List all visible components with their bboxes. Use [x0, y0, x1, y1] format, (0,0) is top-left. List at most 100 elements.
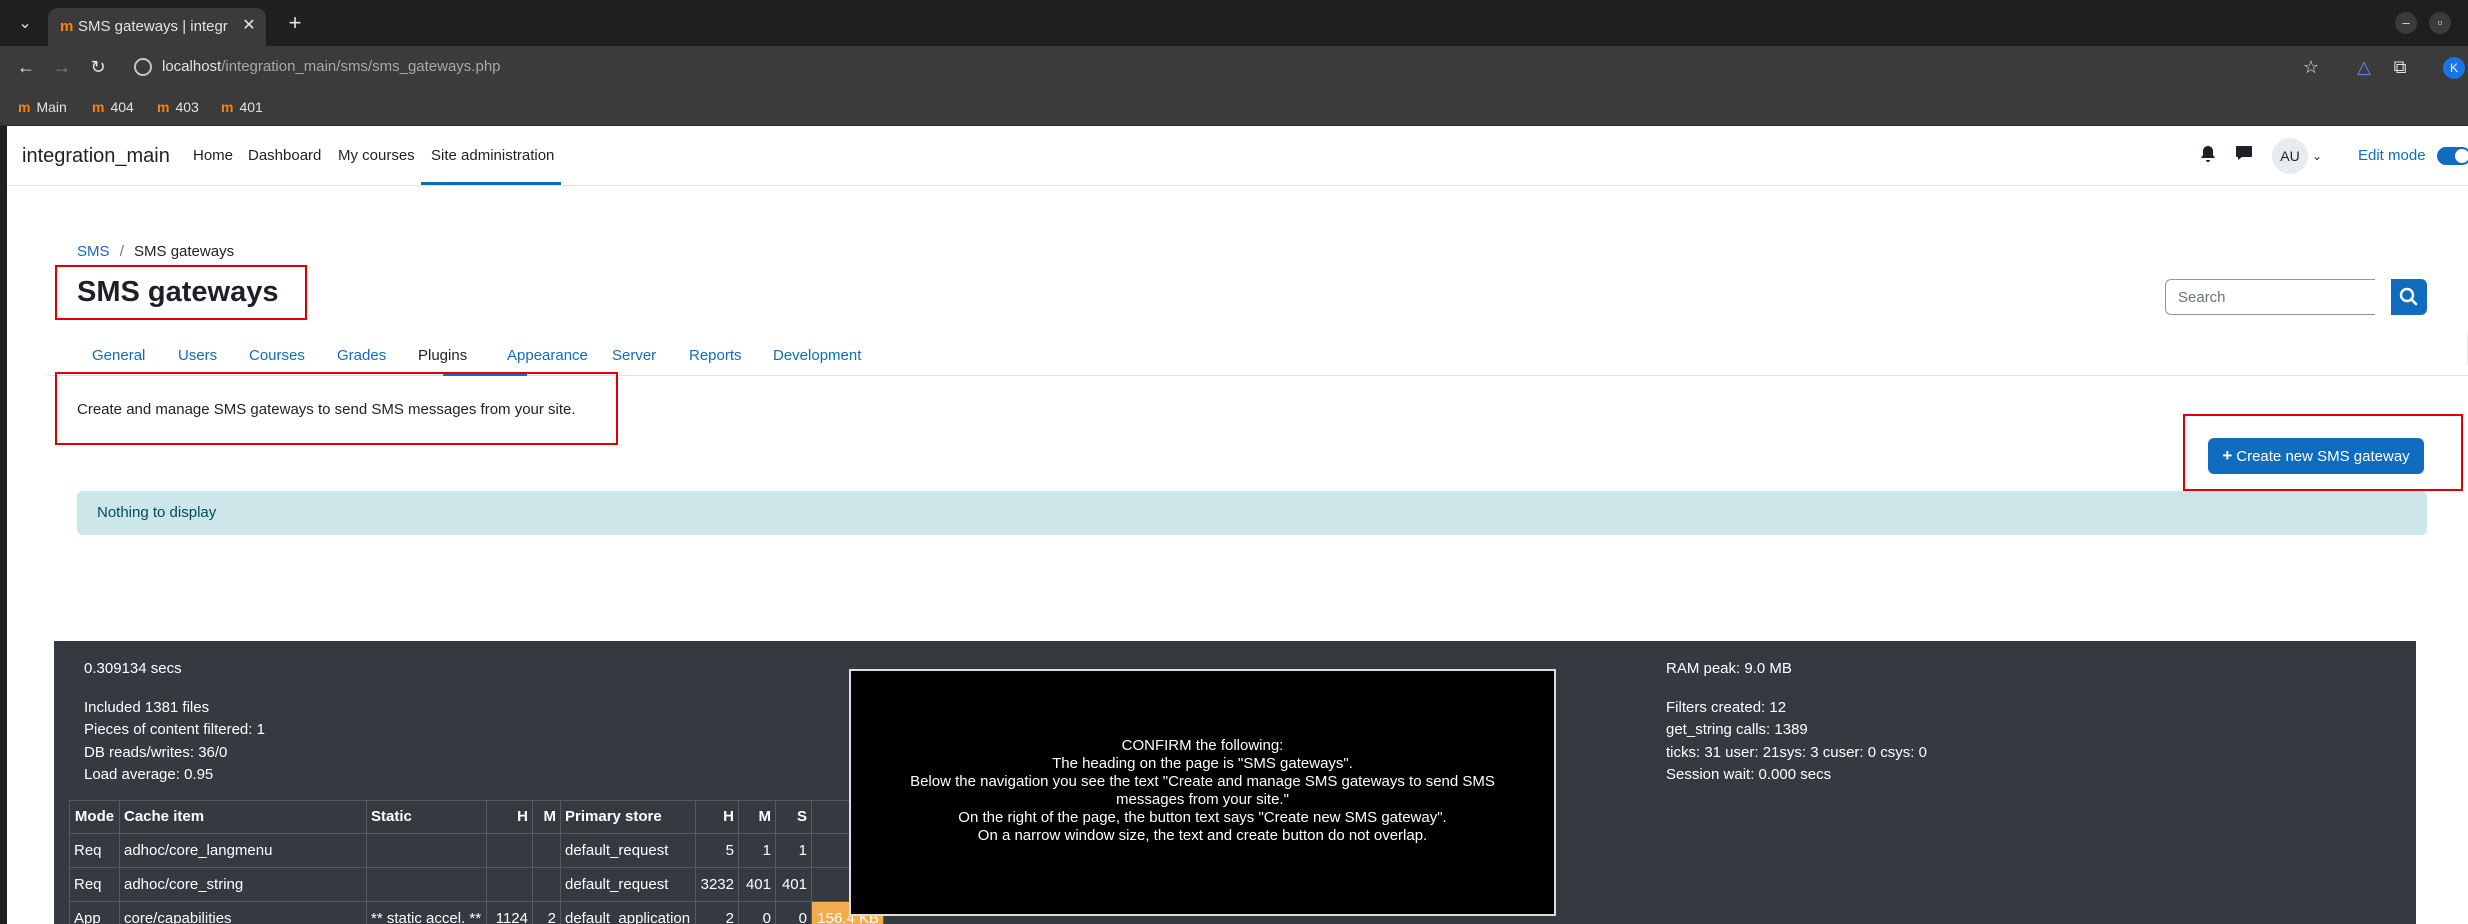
- table-cell: adhoc/core_string: [119, 867, 367, 902]
- overlay-line: On a narrow window size, the text and cr…: [977, 827, 1428, 844]
- table-cell: 5: [695, 833, 739, 868]
- confirm-instructions-overlay: CONFIRM the following: The heading on th…: [849, 669, 1556, 916]
- table-cell: App: [69, 901, 120, 924]
- tab-server[interactable]: Server: [612, 346, 656, 366]
- nav-active-indicator: [421, 182, 561, 185]
- table-cell: [366, 867, 487, 902]
- tab-reports[interactable]: Reports: [689, 346, 742, 366]
- bookmark-404[interactable]: m 404: [92, 96, 134, 118]
- table-row: Req adhoc/core_string default_request 32…: [69, 867, 884, 902]
- tab-title: SMS gateways | integrat: [78, 18, 228, 35]
- edit-mode-label[interactable]: Edit mode: [2358, 145, 2426, 167]
- profile-avatar[interactable]: K: [2443, 57, 2465, 79]
- create-button-label: Create new SMS gateway: [2236, 448, 2410, 465]
- bookmark-403[interactable]: m 403: [157, 96, 199, 118]
- column-header: S: [775, 800, 812, 834]
- site-info-icon[interactable]: [134, 58, 152, 76]
- footer-ram-peak: RAM peak: 9.0 MB: [1666, 660, 1792, 677]
- overlay-line: CONFIRM the following:: [1121, 737, 1284, 754]
- search-button[interactable]: [2391, 279, 2427, 315]
- browser-tab-active[interactable]: m SMS gateways | integrat ✕: [48, 8, 266, 46]
- table-cell: 0: [738, 901, 776, 924]
- browser-window: ⌄ m SMS gateways | integrat ✕ + – ▫ ← → …: [0, 0, 2468, 924]
- close-tab-icon[interactable]: ✕: [238, 15, 260, 37]
- search-input[interactable]: [2166, 280, 2375, 314]
- column-header: Cache item: [119, 800, 367, 834]
- breadcrumb-sms[interactable]: SMS: [77, 243, 110, 260]
- site-brand[interactable]: integration_main: [22, 143, 170, 169]
- breadcrumb: SMS / SMS gateways: [77, 242, 234, 262]
- nav-home[interactable]: Home: [193, 145, 233, 167]
- tab-bar: ⌄ m SMS gateways | integrat ✕ + – ▫: [0, 0, 2468, 46]
- nav-my-courses[interactable]: My courses: [338, 145, 415, 167]
- site-navbar: integration_main Home Dashboard My cours…: [7, 126, 2468, 186]
- forward-arrow-icon[interactable]: →: [50, 55, 74, 79]
- footer-ticks: ticks: 31 user: 21sys: 3 cuser: 0 csys: …: [1666, 744, 1927, 761]
- bookmark-main[interactable]: m Main: [18, 96, 67, 118]
- column-header: Static: [366, 800, 487, 834]
- footer-time: 0.309134 secs: [84, 660, 182, 677]
- footer-get-string-calls: get_string calls: 1389: [1666, 721, 1808, 738]
- tab-general[interactable]: General: [92, 346, 145, 366]
- empty-state-alert: Nothing to display: [77, 491, 2427, 535]
- overlay-line: On the right of the page, the button tex…: [958, 809, 1447, 826]
- moodle-favicon-icon: m: [60, 18, 74, 35]
- address-bar[interactable]: localhost/integration_main/sms/sms_gatew…: [162, 57, 501, 77]
- restore-window-icon[interactable]: ▫: [2429, 12, 2451, 34]
- moodle-logo-icon: m: [221, 99, 234, 115]
- bell-icon[interactable]: [2197, 145, 2219, 167]
- back-arrow-icon[interactable]: ←: [14, 55, 38, 79]
- overlay-line: Below the navigation you see the text "C…: [910, 773, 1495, 808]
- nav-site-administration[interactable]: Site administration: [431, 145, 554, 167]
- tab-grades[interactable]: Grades: [337, 346, 386, 366]
- page-viewport: integration_main Home Dashboard My cours…: [7, 126, 2468, 924]
- moodle-logo-icon: m: [157, 99, 170, 115]
- table-cell: 401: [738, 867, 776, 902]
- breadcrumb-sms-gateways: SMS gateways: [134, 243, 235, 260]
- tab-development[interactable]: Development: [773, 346, 861, 366]
- url-host: localhost: [162, 58, 222, 75]
- tab-users[interactable]: Users: [178, 346, 217, 366]
- table-row: App core/capabilities ** static accel. *…: [69, 901, 884, 924]
- table-header-row: Mode Cache item Static H M Primary store…: [69, 800, 884, 834]
- table-cell: default_request: [560, 833, 696, 868]
- table-cell: [486, 867, 533, 902]
- create-sms-gateway-button[interactable]: + Create new SMS gateway: [2208, 438, 2424, 474]
- bookmark-star-icon[interactable]: ☆: [2299, 55, 2323, 79]
- user-avatar[interactable]: AU: [2272, 138, 2308, 174]
- table-cell: [532, 833, 561, 868]
- tab-search-chevron-icon[interactable]: ⌄: [12, 11, 38, 37]
- chevron-down-icon[interactable]: ⌄: [2312, 145, 2328, 167]
- table-cell: 2: [532, 901, 561, 924]
- nav-dashboard[interactable]: Dashboard: [248, 145, 321, 167]
- table-cell: 1: [775, 833, 812, 868]
- tab-courses[interactable]: Courses: [249, 346, 305, 366]
- footer-included-files: Included 1381 files: [84, 699, 210, 716]
- column-header: M: [738, 800, 776, 834]
- column-header: H: [486, 800, 533, 834]
- footer-load-average: Load average: 0.95: [84, 766, 214, 783]
- page-description: Create and manage SMS gateways to send S…: [77, 401, 576, 418]
- overlay-line: The heading on the page is "SMS gateways…: [1052, 755, 1353, 772]
- table-cell: 0: [775, 901, 812, 924]
- chat-bubble-icon[interactable]: [2233, 145, 2255, 167]
- page-title: SMS gateways: [77, 276, 279, 308]
- table-row: Req adhoc/core_langmenu default_request …: [69, 833, 884, 868]
- table-cell: ** static accel. **: [366, 901, 487, 924]
- moodle-logo-icon: m: [18, 99, 31, 115]
- reload-icon[interactable]: ↻: [86, 55, 110, 79]
- table-cell: 1: [738, 833, 776, 868]
- tab-plugins[interactable]: Plugins: [418, 346, 467, 366]
- extension-triangle-icon[interactable]: △: [2352, 55, 2376, 79]
- minimize-window-icon[interactable]: –: [2395, 12, 2417, 34]
- footer-content-filtered: Pieces of content filtered: 1: [84, 721, 265, 738]
- extensions-puzzle-icon[interactable]: ⧉: [2388, 55, 2412, 79]
- overlay-text: CONFIRM the following: The heading on th…: [851, 737, 1554, 845]
- table-cell: Req: [69, 833, 120, 868]
- new-tab-icon[interactable]: +: [282, 11, 308, 37]
- admin-tabs: General Users Courses Grades Plugins App…: [47, 338, 2468, 376]
- plus-icon: +: [2222, 446, 2233, 465]
- edit-mode-toggle[interactable]: [2437, 147, 2468, 165]
- tab-appearance[interactable]: Appearance: [507, 346, 588, 366]
- bookmark-401[interactable]: m 401: [221, 96, 263, 118]
